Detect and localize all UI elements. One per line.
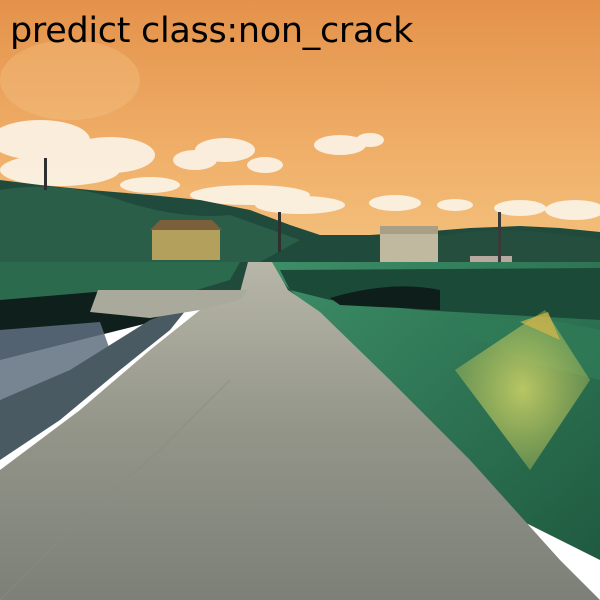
photo-scene: predict class:non_crack [0,0,600,600]
road-landscape-photo [0,0,600,600]
prediction-label: predict class:non_crack [10,11,414,51]
house-left [152,228,220,260]
